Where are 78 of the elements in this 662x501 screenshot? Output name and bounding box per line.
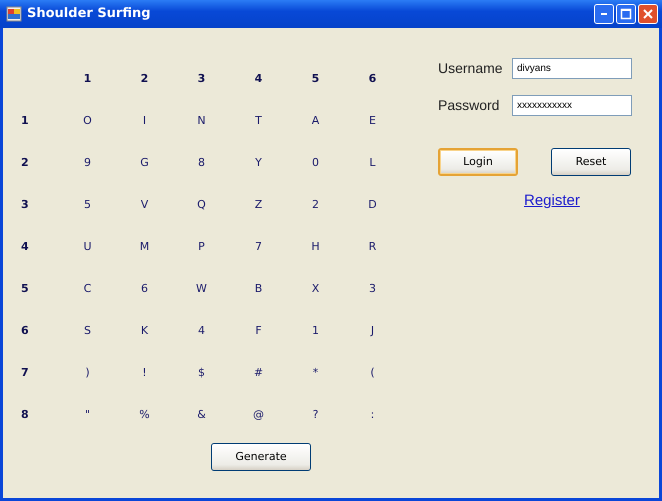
grid-character: V bbox=[140, 196, 148, 213]
grid-character: 4 bbox=[198, 322, 205, 339]
maximize-button[interactable] bbox=[616, 4, 636, 24]
grid-character: ! bbox=[142, 364, 147, 381]
grid-character: 9 bbox=[84, 154, 91, 171]
column-header: 4 bbox=[254, 70, 262, 87]
grid-character: 3 bbox=[369, 280, 376, 297]
grid-character: : bbox=[370, 406, 374, 423]
grid-character: M bbox=[140, 238, 150, 255]
grid-character: D bbox=[368, 196, 377, 213]
row-header: 4 bbox=[21, 238, 29, 255]
column-header: 6 bbox=[368, 70, 376, 87]
username-label: Username bbox=[438, 59, 504, 78]
grid-character: " bbox=[84, 406, 90, 423]
grid-character: Q bbox=[197, 196, 206, 213]
grid-character: N bbox=[197, 112, 206, 129]
grid-character: & bbox=[197, 406, 206, 423]
minimize-button[interactable] bbox=[594, 4, 614, 24]
grid-character: I bbox=[142, 112, 146, 129]
row-header: 1 bbox=[21, 112, 29, 129]
grid-character: G bbox=[140, 154, 149, 171]
grid-character: B bbox=[254, 280, 262, 297]
column-header: 5 bbox=[312, 70, 320, 87]
grid-character: 5 bbox=[84, 196, 91, 213]
grid-character: 2 bbox=[312, 196, 319, 213]
app-icon bbox=[6, 6, 22, 22]
row-header: 3 bbox=[21, 196, 29, 213]
grid-character: S bbox=[84, 322, 91, 339]
row-header: 6 bbox=[21, 322, 29, 339]
grid-character: W bbox=[196, 280, 207, 297]
row-header: 2 bbox=[21, 154, 29, 171]
column-header: 1 bbox=[84, 70, 92, 87]
grid-character: O bbox=[83, 112, 92, 129]
grid-character: 7 bbox=[255, 238, 262, 255]
reset-button[interactable]: Reset bbox=[551, 148, 631, 176]
grid-character: ? bbox=[312, 406, 318, 423]
grid-character: 1 bbox=[312, 322, 319, 339]
grid-character: Y bbox=[255, 154, 262, 171]
grid-character: ) bbox=[85, 364, 90, 381]
grid-character: $ bbox=[198, 364, 205, 381]
grid-character: X bbox=[312, 280, 320, 297]
minimize-icon bbox=[601, 13, 607, 15]
grid-character: 6 bbox=[141, 280, 148, 297]
close-icon bbox=[642, 8, 654, 20]
close-button[interactable] bbox=[638, 4, 658, 24]
grid-character: L bbox=[369, 154, 376, 171]
grid-character: P bbox=[198, 238, 205, 255]
row-header: 5 bbox=[21, 280, 29, 297]
window-title: Shoulder Surfing bbox=[27, 5, 152, 24]
username-field[interactable]: divyans bbox=[512, 58, 632, 79]
password-label: Password bbox=[438, 96, 500, 115]
grid-character: R bbox=[368, 238, 376, 255]
grid-character: E bbox=[369, 112, 376, 129]
column-header: 3 bbox=[198, 70, 206, 87]
grid-character: ( bbox=[370, 364, 375, 381]
grid-character: @ bbox=[253, 406, 264, 423]
register-link[interactable]: Register bbox=[524, 190, 580, 212]
grid-character: C bbox=[84, 280, 92, 297]
grid-character: K bbox=[140, 322, 148, 339]
grid-character: # bbox=[254, 364, 264, 381]
generate-button[interactable]: Generate bbox=[211, 443, 311, 471]
grid-character: F bbox=[255, 322, 262, 339]
row-header: 8 bbox=[21, 406, 29, 423]
login-button[interactable]: Login bbox=[438, 148, 518, 176]
grid-character: 8 bbox=[198, 154, 205, 171]
grid-character: H bbox=[311, 238, 320, 255]
maximize-icon bbox=[620, 8, 632, 20]
password-field[interactable]: xxxxxxxxxxx bbox=[512, 95, 632, 116]
column-header: 2 bbox=[140, 70, 148, 87]
grid-character: % bbox=[139, 406, 150, 423]
grid-character: J bbox=[370, 322, 374, 339]
grid-character: * bbox=[312, 364, 318, 381]
grid-character: A bbox=[312, 112, 320, 129]
grid-character: U bbox=[83, 238, 92, 255]
grid-character: 0 bbox=[312, 154, 319, 171]
grid-character: T bbox=[255, 112, 262, 129]
grid-character: Z bbox=[254, 196, 262, 213]
row-header: 7 bbox=[21, 364, 29, 381]
